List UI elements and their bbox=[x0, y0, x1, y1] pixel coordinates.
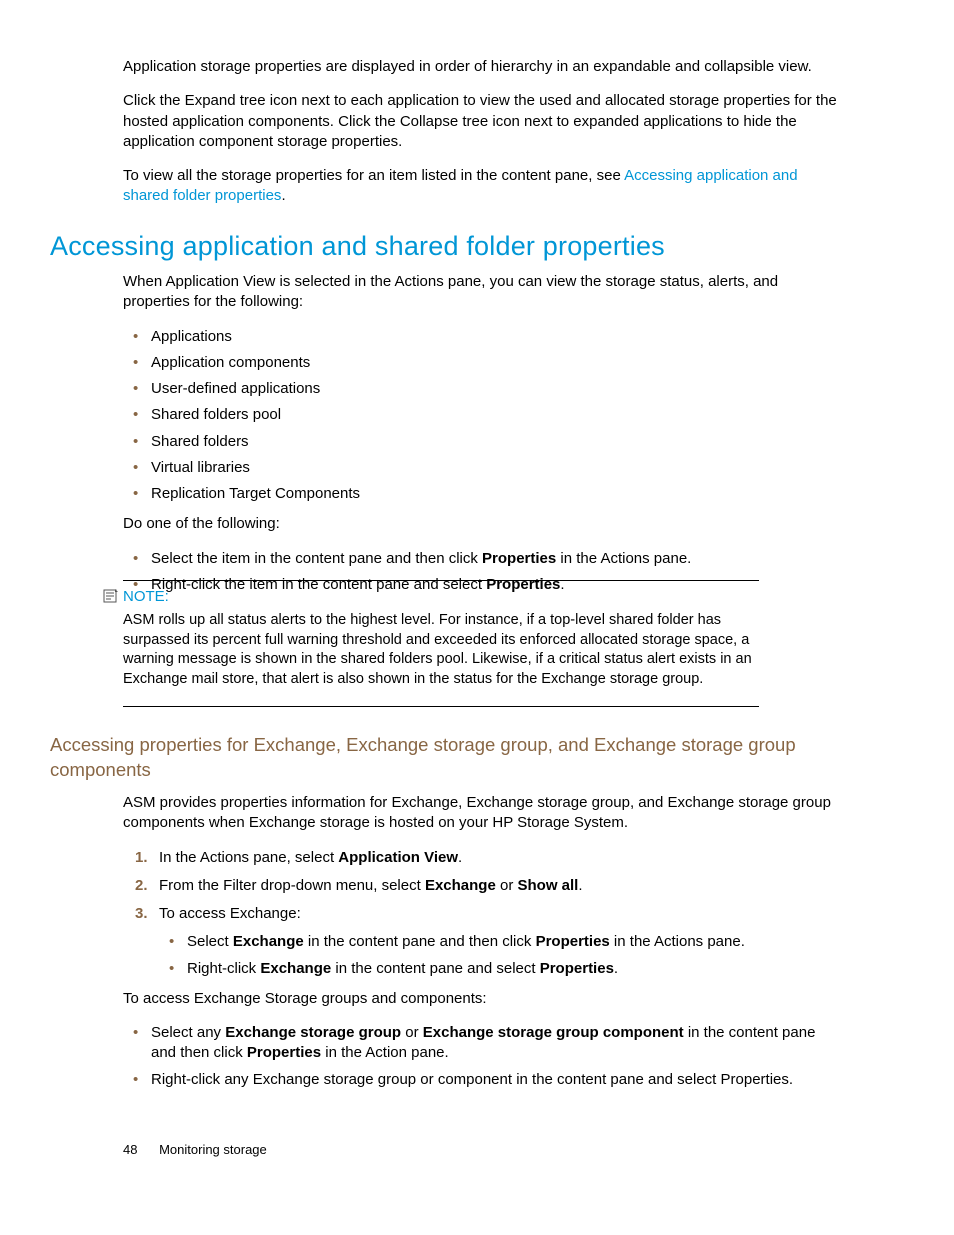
list-item: Replication Target Components bbox=[151, 484, 844, 504]
bold-properties: Properties bbox=[482, 550, 556, 567]
list-item: Shared folders bbox=[151, 432, 844, 452]
text: . bbox=[578, 877, 582, 894]
paragraph: When Application View is selected in the… bbox=[123, 272, 844, 313]
note-label: NOTE: bbox=[123, 587, 759, 607]
ordered-steps: In the Actions pane, select Application … bbox=[123, 848, 844, 979]
page-number: 48 bbox=[123, 1142, 137, 1157]
sub-list: Select Exchange in the content pane and … bbox=[159, 932, 844, 979]
bold-exchange: Exchange bbox=[260, 960, 331, 977]
bold-properties: Properties bbox=[536, 933, 610, 950]
list-items: Applications Application components User… bbox=[123, 327, 844, 505]
note-block: NOTE: ASM rolls up all status alerts to … bbox=[123, 580, 759, 707]
list-item: Shared folders pool bbox=[151, 405, 844, 425]
step-item: To access Exchange: Select Exchange in t… bbox=[159, 904, 844, 979]
bold-exchange-storage-group-component: Exchange storage group component bbox=[423, 1024, 684, 1041]
paragraph: Do one of the following: bbox=[123, 514, 844, 534]
paragraph: Click the Expand tree icon next to each … bbox=[123, 91, 844, 152]
text: or bbox=[401, 1024, 423, 1041]
note-icon bbox=[103, 588, 119, 610]
text: Select the item in the content pane and … bbox=[151, 550, 482, 567]
text: in the Actions pane. bbox=[556, 550, 691, 567]
list-item: Virtual libraries bbox=[151, 458, 844, 478]
page-footer: 48 Monitoring storage bbox=[123, 1141, 267, 1159]
bold-application-view: Application View bbox=[338, 849, 458, 866]
list-item: Select Exchange in the content pane and … bbox=[187, 932, 844, 952]
step-item: In the Actions pane, select Application … bbox=[159, 848, 844, 868]
heading-accessing-app-shared-folder: Accessing application and shared folder … bbox=[50, 228, 844, 264]
text: . bbox=[614, 960, 618, 977]
text: Right-click bbox=[187, 960, 260, 977]
list-item: Select any Exchange storage group or Exc… bbox=[151, 1023, 844, 1064]
text: In the Actions pane, select bbox=[159, 849, 338, 866]
list-item: Application components bbox=[151, 353, 844, 373]
text: From the Filter drop-down menu, select bbox=[159, 877, 425, 894]
list-item: Select the item in the content pane and … bbox=[151, 549, 844, 569]
paragraph: To access Exchange Storage groups and co… bbox=[123, 989, 844, 1009]
bold-exchange: Exchange bbox=[425, 877, 496, 894]
text: in the Actions pane. bbox=[610, 933, 745, 950]
text: . bbox=[458, 849, 462, 866]
list-item: Applications bbox=[151, 327, 844, 347]
bold-properties: Properties bbox=[247, 1044, 321, 1061]
paragraph: ASM provides properties information for … bbox=[123, 793, 844, 834]
text: in the content pane and then click bbox=[304, 933, 536, 950]
paragraph: To view all the storage properties for a… bbox=[123, 166, 844, 207]
list-after: Select any Exchange storage group or Exc… bbox=[123, 1023, 844, 1090]
footer-title: Monitoring storage bbox=[159, 1142, 267, 1157]
text: To access Exchange: bbox=[159, 905, 301, 922]
text: in the content pane and select bbox=[331, 960, 539, 977]
text: or bbox=[496, 877, 518, 894]
list-item: User-defined applications bbox=[151, 379, 844, 399]
text: Select bbox=[187, 933, 233, 950]
bold-exchange-storage-group: Exchange storage group bbox=[225, 1024, 401, 1041]
step-item: From the Filter drop-down menu, select E… bbox=[159, 876, 844, 896]
text: To view all the storage properties for a… bbox=[123, 167, 624, 184]
text: in the Action pane. bbox=[321, 1044, 449, 1061]
heading-accessing-exchange-properties: Accessing properties for Exchange, Excha… bbox=[50, 733, 844, 783]
list-item: Right-click Exchange in the content pane… bbox=[187, 959, 844, 979]
bold-properties: Properties bbox=[540, 960, 614, 977]
paragraph: Application storage properties are displ… bbox=[123, 57, 844, 77]
list-item: Right-click any Exchange storage group o… bbox=[151, 1070, 844, 1090]
text: Select any bbox=[151, 1024, 225, 1041]
note-label-text: NOTE: bbox=[123, 587, 169, 607]
note-text: ASM rolls up all status alerts to the hi… bbox=[123, 611, 759, 689]
text: . bbox=[281, 187, 285, 204]
bold-show-all: Show all bbox=[518, 877, 579, 894]
bold-exchange: Exchange bbox=[233, 933, 304, 950]
